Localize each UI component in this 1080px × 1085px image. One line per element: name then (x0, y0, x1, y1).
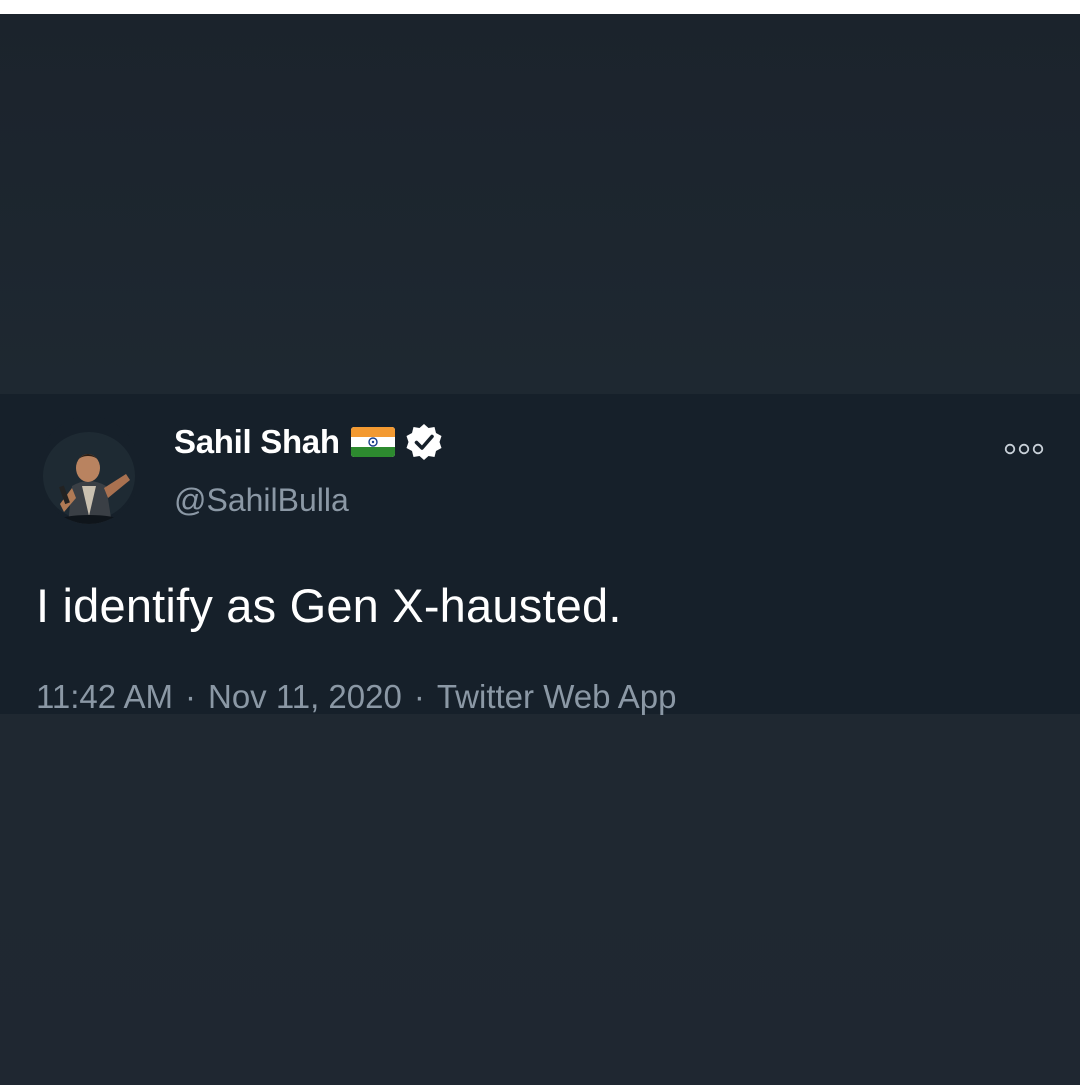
user-handle[interactable]: @SahilBulla (174, 482, 349, 519)
tweet-card[interactable]: Sahil Shah @SahilBulla I identify as Gen… (0, 394, 1080, 716)
tweet-text: I identify as Gen X-hausted. (36, 579, 622, 632)
tweet-metadata: 11:42 AM · Nov 11, 2020 · Twitter Web App (36, 678, 677, 716)
empty-area-top (0, 14, 1080, 394)
display-name[interactable]: Sahil Shah (174, 423, 340, 461)
separator: · (184, 678, 196, 715)
tweet-time: 11:42 AM (36, 678, 173, 715)
screen-background: Sahil Shah @SahilBulla I identify as Gen… (0, 14, 1080, 1085)
avatar-image (38, 416, 140, 524)
india-flag-icon (350, 427, 395, 457)
tweet-date[interactable]: Nov 11, 2020 (208, 678, 402, 715)
separator: · (413, 678, 425, 715)
name-row: Sahil Shah (174, 422, 444, 462)
more-options-icon[interactable] (1004, 442, 1044, 456)
avatar[interactable] (38, 416, 140, 524)
verified-badge-icon (404, 422, 444, 462)
tweet-source[interactable]: Twitter Web App (437, 678, 677, 715)
